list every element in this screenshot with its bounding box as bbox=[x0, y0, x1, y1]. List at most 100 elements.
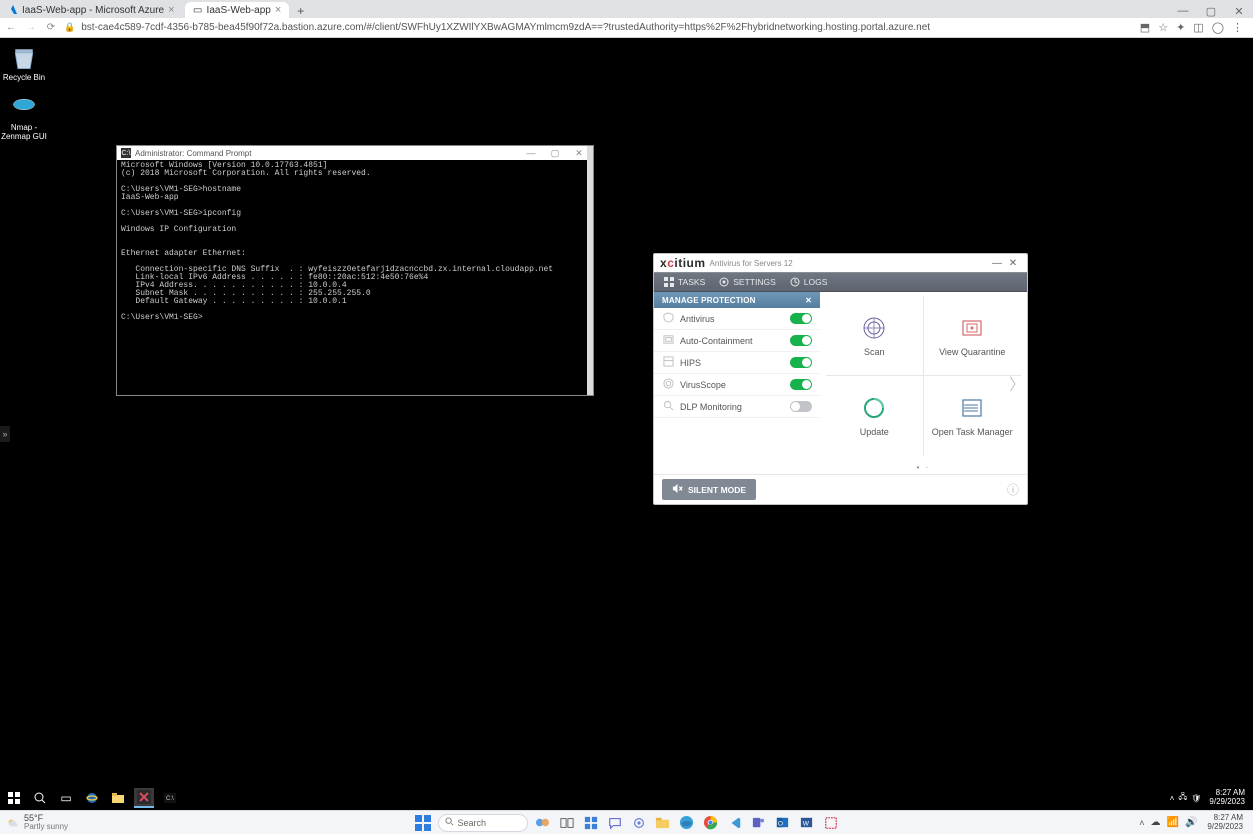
minimize-button[interactable]: — bbox=[989, 258, 1005, 269]
scrollbar[interactable] bbox=[587, 146, 593, 395]
xcitium-window[interactable]: xcitium Antivirus for Servers 12 — ✕ TAS… bbox=[653, 253, 1028, 505]
taskbar-widgets-icon[interactable] bbox=[582, 814, 600, 832]
reload-button[interactable]: ⟳ bbox=[44, 22, 58, 33]
xcitium-footer: SILENT MODE ⓘ bbox=[654, 474, 1027, 504]
taskbar-xcitium-icon[interactable] bbox=[134, 788, 154, 808]
new-tab-button[interactable]: + bbox=[291, 4, 310, 18]
taskbar-settings-icon[interactable] bbox=[630, 814, 648, 832]
weather-widget[interactable]: 55°F Partly sunny bbox=[0, 814, 74, 831]
host-search[interactable]: Search bbox=[438, 814, 528, 832]
browser-tab-webapp[interactable]: ▭ IaaS-Web-app × bbox=[185, 2, 290, 18]
kebab-menu-icon[interactable]: ⋮ bbox=[1232, 21, 1243, 34]
tile-scan[interactable]: Scan bbox=[826, 296, 924, 376]
close-button[interactable]: ✕ bbox=[1225, 5, 1253, 18]
taskbar-copilot-icon[interactable] bbox=[534, 814, 552, 832]
command-prompt-output[interactable]: Microsoft Windows [Version 10.0.17763.48… bbox=[117, 160, 593, 395]
remote-desktop[interactable]: Recycle Bin Nmap - Zenmap GUI » C:\ Admi… bbox=[0, 38, 1253, 810]
profile-icon[interactable]: ◯ bbox=[1212, 21, 1224, 34]
toggle-viruscope[interactable] bbox=[790, 379, 812, 390]
search-icon[interactable] bbox=[30, 788, 50, 808]
task-view-icon[interactable]: ▭ bbox=[56, 788, 76, 808]
panel-close-icon[interactable]: ✕ bbox=[805, 296, 812, 305]
pager-dots[interactable]: • · bbox=[917, 463, 931, 472]
command-prompt-window[interactable]: C:\ Administrator: Command Prompt — ▢ ✕ … bbox=[116, 145, 594, 396]
taskmgr-icon bbox=[959, 395, 985, 421]
taskbar-vscode-icon[interactable] bbox=[726, 814, 744, 832]
toggle-autocontainment[interactable] bbox=[790, 335, 812, 346]
taskbar-explorer-icon[interactable] bbox=[108, 788, 128, 808]
minimize-button[interactable]: — bbox=[1169, 5, 1197, 18]
tile-label: View Quarantine bbox=[939, 347, 1005, 357]
menu-settings[interactable]: SETTINGS bbox=[719, 277, 776, 287]
maximize-button[interactable]: ▢ bbox=[1197, 5, 1225, 18]
tray-wifi-icon[interactable]: 📶 bbox=[1167, 817, 1179, 828]
taskbar-edge-icon[interactable] bbox=[678, 814, 696, 832]
taskbar-outlook-icon[interactable]: O bbox=[774, 814, 792, 832]
desktop-icon-label: Nmap - Zenmap GUI bbox=[1, 123, 47, 141]
extensions-icon[interactable]: ✦ bbox=[1176, 21, 1185, 34]
tile-quarantine[interactable]: View Quarantine bbox=[924, 296, 1022, 376]
taskbar-explorer-icon[interactable] bbox=[654, 814, 672, 832]
maximize-button[interactable]: ▢ bbox=[545, 148, 565, 159]
lock-icon[interactable]: 🔒 bbox=[64, 22, 75, 33]
forward-button[interactable]: → bbox=[24, 22, 38, 33]
menu-logs[interactable]: LOGS bbox=[790, 277, 828, 287]
close-button[interactable]: ✕ bbox=[569, 148, 589, 159]
install-icon[interactable]: ⬒ bbox=[1140, 21, 1150, 34]
taskbar-snip-icon[interactable] bbox=[822, 814, 840, 832]
tray-sound-icon[interactable]: 🔊 bbox=[1185, 817, 1197, 828]
close-button[interactable]: ✕ bbox=[1005, 258, 1021, 269]
row-hips: HIPS bbox=[654, 352, 820, 374]
tile-update[interactable]: Update bbox=[826, 376, 924, 456]
back-button[interactable]: ← bbox=[4, 22, 18, 33]
row-label: VirusScope bbox=[680, 380, 726, 390]
toggle-antivirus[interactable] bbox=[790, 313, 812, 324]
desktop-icon-recycle-bin[interactable]: Recycle Bin bbox=[0, 44, 56, 83]
start-button[interactable] bbox=[4, 788, 24, 808]
desktop-icon-nmap[interactable]: Nmap - Zenmap GUI bbox=[0, 94, 56, 142]
taskbar-chat-icon[interactable] bbox=[606, 814, 624, 832]
gear-icon bbox=[719, 277, 729, 287]
toggle-dlp[interactable] bbox=[790, 401, 812, 412]
host-clock[interactable]: 8:27 AM 9/29/2023 bbox=[1203, 814, 1247, 832]
minimize-button[interactable]: — bbox=[521, 148, 541, 158]
menu-tasks[interactable]: TASKS bbox=[664, 277, 705, 287]
desktop-icon-label: Recycle Bin bbox=[3, 73, 45, 82]
tray-chevron-icon[interactable]: ˄ bbox=[1170, 794, 1175, 803]
manage-protection-panel: MANAGE PROTECTION ✕ Antivirus Auto-Conta… bbox=[654, 292, 820, 474]
help-icon[interactable]: ⓘ bbox=[1007, 481, 1019, 498]
tray-chevron-icon[interactable]: ˄ bbox=[1139, 818, 1144, 828]
command-prompt-titlebar[interactable]: C:\ Administrator: Command Prompt — ▢ ✕ bbox=[117, 146, 593, 160]
tab-title: IaaS-Web-app - Microsoft Azure bbox=[22, 5, 164, 16]
remote-system-tray[interactable]: ˄ 🖧 🛡 8:27 AM 9/29/2023 bbox=[1170, 789, 1249, 807]
azure-favicon bbox=[8, 5, 18, 15]
toggle-hips[interactable] bbox=[790, 357, 812, 368]
row-autocontainment: Auto-Containment bbox=[654, 330, 820, 352]
xcitium-titlebar[interactable]: xcitium Antivirus for Servers 12 — ✕ bbox=[654, 254, 1027, 272]
remote-clock[interactable]: 8:27 AM 9/29/2023 bbox=[1205, 789, 1249, 807]
url-text[interactable]: bst-cae4c589-7cdf-4356-b785-bea45f90f72a… bbox=[81, 22, 1134, 33]
task-tiles: Scan View Quarantine Update bbox=[820, 292, 1027, 474]
tray-network-icon[interactable]: 🖧 bbox=[1178, 791, 1187, 805]
logs-icon bbox=[790, 277, 800, 287]
close-icon[interactable]: × bbox=[168, 4, 174, 16]
taskbar-teams-icon[interactable] bbox=[750, 814, 768, 832]
taskbar-taskview-icon[interactable] bbox=[558, 814, 576, 832]
menu-label: SETTINGS bbox=[733, 277, 776, 287]
next-page-arrow[interactable]: 〉 bbox=[1005, 367, 1029, 399]
browser-tab-azure[interactable]: IaaS-Web-app - Microsoft Azure × bbox=[0, 2, 183, 18]
side-panel-icon[interactable]: ◫ bbox=[1193, 21, 1203, 34]
taskbar-cmd-icon[interactable]: C:\ bbox=[160, 788, 180, 808]
remote-side-tab[interactable]: » bbox=[0, 426, 10, 442]
close-icon[interactable]: × bbox=[275, 4, 281, 16]
quarantine-icon bbox=[959, 315, 985, 341]
taskbar-ie-icon[interactable] bbox=[82, 788, 102, 808]
bookmark-icon[interactable]: ☆ bbox=[1158, 21, 1168, 34]
silent-mode-button[interactable]: SILENT MODE bbox=[662, 479, 756, 500]
tray-onedrive-icon[interactable]: ☁ bbox=[1151, 817, 1161, 828]
taskbar-chrome-icon[interactable] bbox=[702, 814, 720, 832]
taskbar-word-icon[interactable]: W bbox=[798, 814, 816, 832]
tray-shield-icon[interactable]: 🛡 bbox=[1191, 794, 1201, 803]
svg-text:O: O bbox=[778, 820, 783, 827]
start-button[interactable] bbox=[414, 814, 432, 832]
